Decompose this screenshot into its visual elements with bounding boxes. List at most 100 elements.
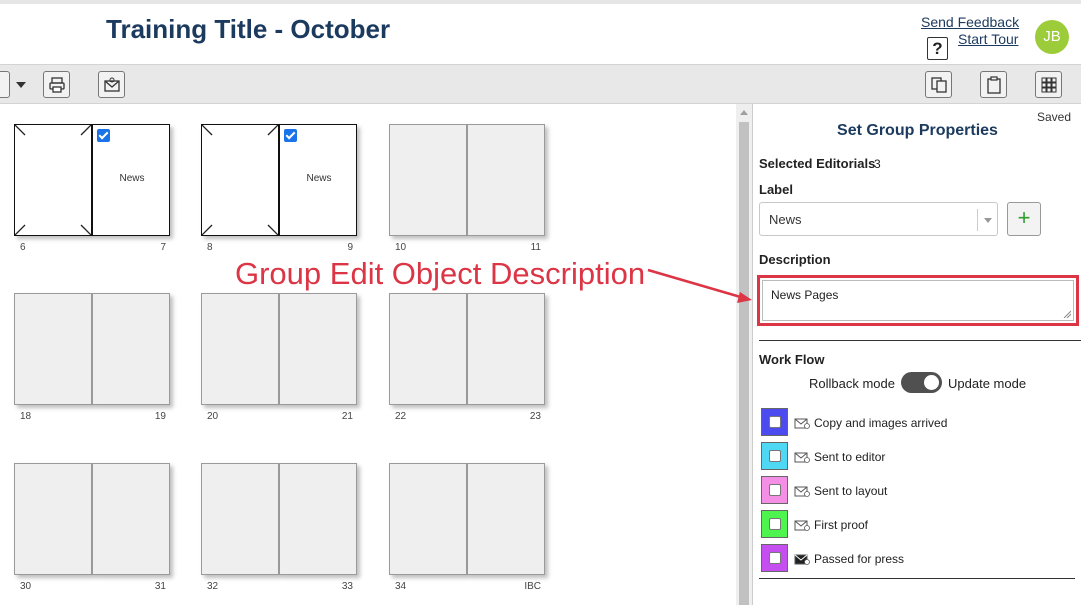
page-spread[interactable]: 30 31 [14, 463, 171, 592]
annotation-text: Group Edit Object Description [235, 256, 646, 291]
page-left[interactable] [201, 293, 279, 405]
grid-view-icon [1041, 77, 1056, 92]
page-spread[interactable]: 18 19 [14, 293, 171, 422]
selected-editorials-label: Selected Editorials [759, 156, 876, 171]
page-spread[interactable]: News 6 7 [14, 124, 171, 253]
workflow-checkbox[interactable] [769, 484, 781, 496]
layout-button[interactable] [0, 71, 10, 98]
page-number: 32 [207, 581, 219, 592]
workflow-color-swatch [761, 476, 788, 504]
page-corner-mark [202, 125, 213, 136]
rollback-mode-label: Rollback mode [809, 376, 895, 391]
workflow-mode-toggle[interactable] [901, 372, 942, 393]
page-left[interactable] [14, 293, 92, 405]
page-spread[interactable]: 34 IBC [389, 463, 546, 592]
workflow-item[interactable]: Sent to editor [761, 442, 1071, 472]
workflow-label: Passed for press [814, 552, 905, 566]
resize-grip-icon[interactable] [1063, 310, 1071, 318]
clipboard-button[interactable] [980, 71, 1007, 98]
page-left[interactable] [389, 463, 467, 575]
workflow-checkbox[interactable] [769, 450, 781, 462]
select-divider [977, 209, 978, 231]
description-field[interactable]: News Pages [757, 275, 1079, 326]
page-spread[interactable]: 20 21 [201, 293, 358, 422]
page-right[interactable] [92, 293, 170, 405]
workflow-checkbox[interactable] [769, 416, 781, 428]
copy-pages-icon [930, 76, 947, 93]
chevron-down-icon[interactable] [16, 82, 26, 88]
workflow-item[interactable]: Copy and images arrived [761, 408, 1071, 438]
update-mode-label: Update mode [948, 376, 1027, 391]
print-button[interactable] [43, 71, 70, 98]
scrollbar[interactable] [736, 104, 752, 605]
envelope-icon [794, 486, 810, 497]
envelope-icon [794, 520, 810, 531]
page-left[interactable] [389, 293, 467, 405]
page-number: 30 [20, 581, 32, 592]
page-number: 18 [20, 411, 32, 422]
page-checkbox[interactable] [97, 129, 110, 142]
page-left[interactable] [201, 463, 279, 575]
scrollbar-thumb[interactable] [739, 122, 749, 605]
help-icon[interactable]: ? [927, 37, 948, 60]
grid-view-button[interactable] [1035, 71, 1062, 98]
page-left[interactable] [201, 124, 279, 236]
page-number: 9 [347, 242, 353, 253]
page-right[interactable] [467, 463, 545, 575]
chevron-down-icon[interactable] [984, 218, 992, 223]
page-right[interactable] [279, 293, 357, 405]
page-left[interactable] [14, 124, 92, 236]
page-spread[interactable]: News 8 9 [201, 124, 358, 253]
workflow-checkbox[interactable] [769, 518, 781, 530]
copy-pages-button[interactable] [925, 71, 952, 98]
workflow-color-swatch [761, 510, 788, 538]
page-right[interactable]: News [279, 124, 357, 236]
avatar[interactable]: JB [1035, 20, 1069, 54]
page-right[interactable] [467, 293, 545, 405]
page-spread[interactable]: 22 23 [389, 293, 546, 422]
page-spread[interactable]: 10 11 [389, 124, 546, 253]
envelope-icon [794, 452, 810, 463]
workflow-checkbox[interactable] [769, 552, 781, 564]
page-right[interactable] [279, 463, 357, 575]
group-properties-panel: Saved Set Group Properties Selected Edit… [752, 104, 1081, 605]
toolbar [0, 64, 1081, 104]
page-left[interactable] [389, 124, 467, 236]
page-label: News [306, 173, 332, 184]
workflow-label: Copy and images arrived [814, 416, 948, 430]
scroll-up-icon[interactable] [740, 110, 748, 115]
page-number: 8 [207, 242, 213, 253]
page-left[interactable] [14, 463, 92, 575]
page-number: 11 [530, 242, 541, 253]
page-corner-mark [202, 224, 213, 235]
workflow-label: First proof [814, 518, 869, 532]
start-tour-link[interactable]: Start Tour [958, 31, 1018, 47]
label-heading: Label [759, 182, 793, 197]
page-checkbox[interactable] [284, 129, 297, 142]
page-right[interactable] [467, 124, 545, 236]
description-textarea[interactable]: News Pages [762, 280, 1074, 321]
page-corner-mark [80, 125, 91, 136]
page-number: 19 [154, 411, 166, 422]
page-title: Training Title - October [106, 14, 391, 44]
page-spread[interactable]: 32 33 [201, 463, 358, 592]
workflow-item[interactable]: Passed for press [761, 544, 1071, 574]
workflow-heading: Work Flow [759, 352, 825, 367]
page-right[interactable]: News [92, 124, 170, 236]
selected-editorials-count: 3 [874, 157, 881, 171]
page-number: 7 [160, 242, 166, 253]
email-button[interactable] [98, 71, 125, 98]
clipboard-icon [986, 75, 1001, 94]
workflow-color-swatch [761, 408, 788, 436]
page-number: 22 [395, 411, 407, 422]
add-label-button[interactable]: + [1007, 202, 1041, 236]
page-right[interactable] [92, 463, 170, 575]
divider [759, 340, 1081, 341]
page-corner-mark [267, 224, 278, 235]
workflow-item[interactable]: First proof [761, 510, 1071, 540]
label-select[interactable]: News [759, 202, 998, 236]
page-number: 33 [341, 581, 353, 592]
send-feedback-link[interactable]: Send Feedback [921, 14, 1019, 30]
workflow-item[interactable]: Sent to layout [761, 476, 1071, 506]
page-number: 20 [207, 411, 219, 422]
